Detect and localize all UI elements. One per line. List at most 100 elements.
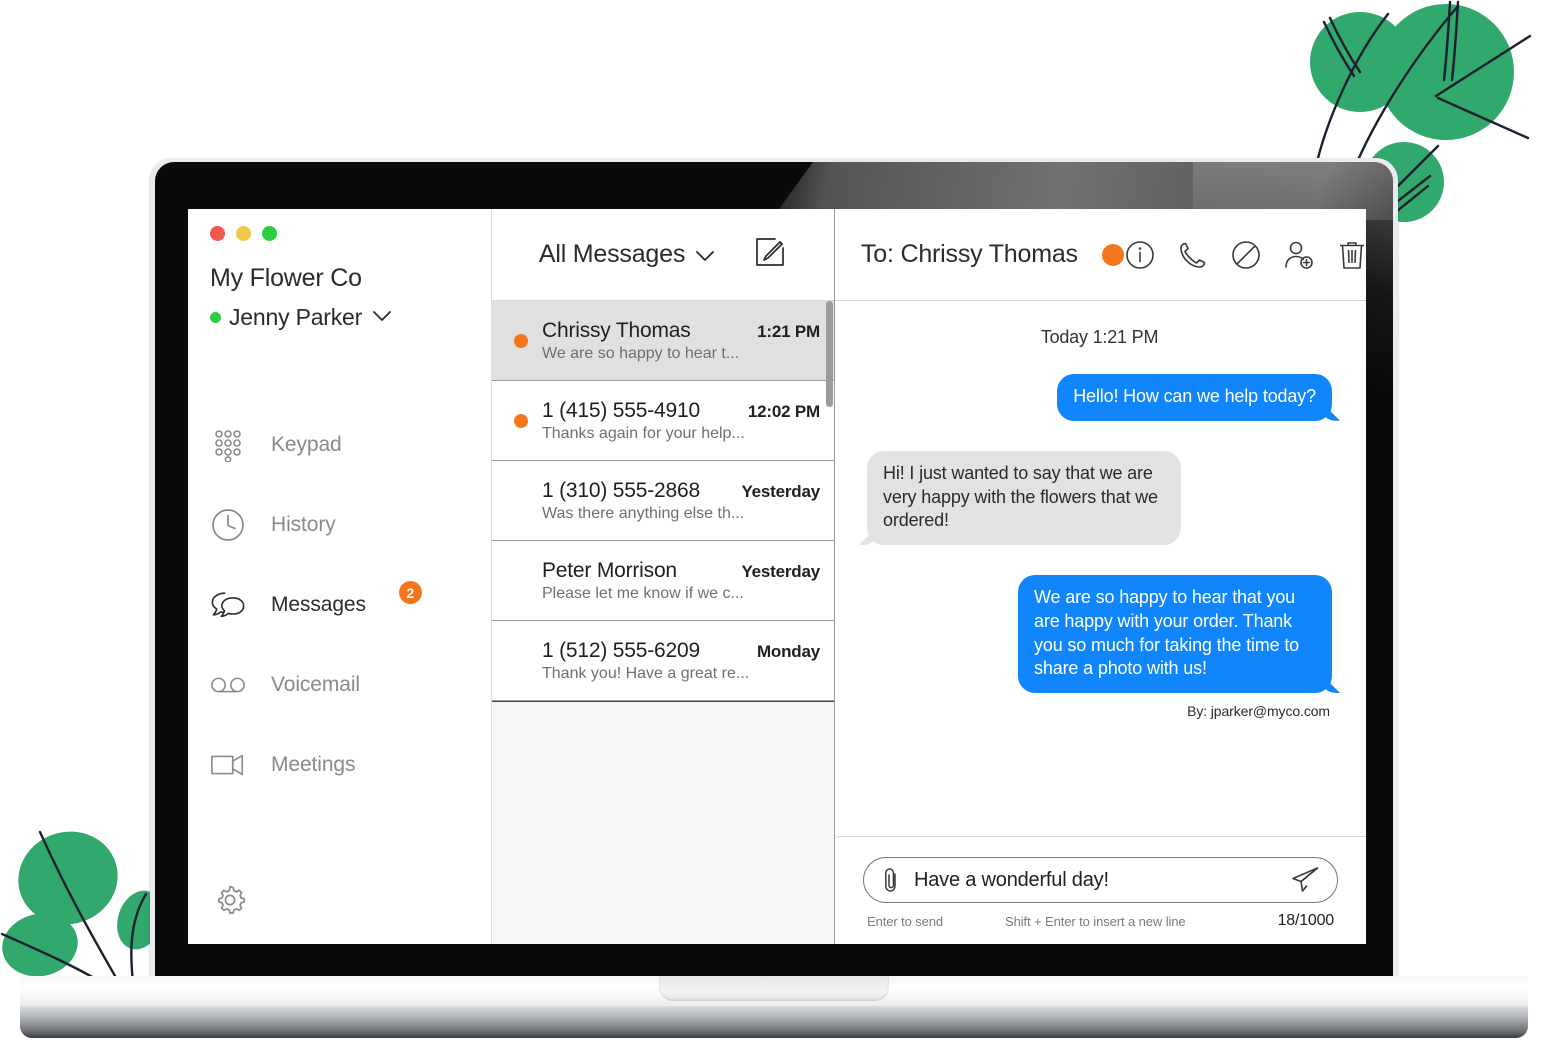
app-window: My Flower Co Jenny Parker Keypad History… [188,209,1366,944]
sidebar-item-label: Keypad [271,433,342,456]
laptop-base [20,976,1528,1038]
laptop-bezel: My Flower Co Jenny Parker Keypad History… [155,162,1393,984]
thread-content: 1 (512) 555-6209 Monday Thank you! Have … [542,639,820,683]
conversation-panel: To: Chrissy Thomas Today 1:21 PM Hello! … [835,209,1366,944]
sidebar-item-keypad[interactable]: Keypad [188,405,491,485]
message-row: Hello! How can we help today? [867,374,1332,421]
voicemail-icon [210,667,246,703]
thread-list[interactable]: Chrissy Thomas 1:21 PM We are so happy t… [492,301,834,701]
composer-input-wrapper[interactable]: Have a wonderful day! [863,857,1338,903]
paperclip-icon[interactable] [880,867,902,893]
composer-footer: Enter to send Shift + Enter to insert a … [863,912,1338,930]
thread-list-item[interactable]: 1 (512) 555-6209 Monday Thank you! Have … [492,621,834,701]
sidebar-item-label: Meetings [271,753,356,776]
settings-button[interactable] [210,882,250,922]
composer-input[interactable]: Have a wonderful day! [914,869,1277,892]
thread-name: 1 (415) 555-4910 [542,398,700,422]
thread-content: Peter Morrison Yesterday Please let me k… [542,559,820,603]
thread-name: Peter Morrison [542,558,677,582]
sidebar-item-label: Messages [271,593,366,616]
unread-dot-placeholder [514,654,528,668]
sidebar-item-voicemail[interactable]: Voicemail [188,645,491,725]
thread-snippet: Please let me know if we c... [542,584,744,602]
unread-dot-icon [514,333,528,348]
compose-button[interactable] [753,238,787,272]
thread-time: Yesterday [741,481,820,501]
send-paper-plane-icon[interactable] [1289,864,1321,896]
info-icon[interactable] [1124,239,1156,271]
sidebar-item-meetings[interactable]: Meetings [188,725,491,805]
user-switcher[interactable]: Jenny Parker [188,293,491,331]
laptop-device: My Flower Co Jenny Parker Keypad History… [20,158,1528,1038]
laptop-base-bottom [20,1006,1528,1038]
character-counter: 18/1000 [1277,912,1335,929]
message-thread: Today 1:21 PM Hello! How can we help tod… [835,301,1366,836]
chat-icon [210,587,246,623]
presence-dot-icon [210,312,221,323]
window-traffic-lights[interactable] [188,209,491,241]
thread-header: 1 (512) 555-6209 Monday [542,639,820,663]
thread-snippet: Was there anything else th... [542,504,745,522]
phone-icon[interactable] [1177,239,1209,271]
thread-header: Chrissy Thomas 1:21 PM [542,319,820,343]
thread-header: Peter Morrison Yesterday [542,559,820,583]
sidebar-item-label: Voicemail [271,673,360,696]
close-window-button[interactable] [210,226,225,241]
thread-header: 1 (415) 555-4910 12:02 PM [542,399,820,423]
thread-snippet: Thanks again for your help... [542,424,745,442]
user-name: Jenny Parker [229,304,363,330]
unread-dot-placeholder [514,574,528,588]
org-name: My Flower Co [210,264,362,292]
message-row: Hi! I just wanted to say that we are ver… [867,450,1332,545]
thread-content: Chrissy Thomas 1:21 PM We are so happy t… [542,319,820,363]
composer-hint-primary: Enter to send [867,913,944,929]
thread-content: 1 (415) 555-4910 12:02 PM Thanks again f… [542,399,820,443]
keypad-icon [210,427,246,463]
message-list-header: All Messages [492,209,834,301]
block-icon[interactable] [1230,239,1262,271]
message-bubble-outgoing: Hello! How can we help today? [1057,374,1332,421]
thread-list-item[interactable]: Chrissy Thomas 1:21 PM We are so happy t… [492,301,834,381]
filter-dropdown[interactable]: All Messages [539,240,715,269]
clock-icon [210,507,246,543]
thread-time: Yesterday [741,561,820,581]
thread-list-item[interactable]: 1 (415) 555-4910 12:02 PM Thanks again f… [492,381,834,461]
thread-list-scrollbar[interactable] [826,301,833,407]
laptop-lid: My Flower Co Jenny Parker Keypad History… [150,158,1398,988]
compose-pencil-icon [754,236,786,273]
add-person-icon[interactable] [1283,239,1315,271]
sidebar-item-history[interactable]: History [188,485,491,565]
conversation-actions [1124,239,1366,271]
thread-content: 1 (310) 555-2868 Yesterday Was there any… [542,479,820,523]
thread-time: 12:02 PM [747,401,820,421]
minimize-window-button[interactable] [236,226,251,241]
gear-icon [213,883,247,922]
thread-name: Chrissy Thomas [542,318,691,342]
thread-snippet: We are so happy to hear t... [542,344,740,362]
zoom-window-button[interactable] [262,226,277,241]
thread-list-item[interactable]: 1 (310) 555-2868 Yesterday Was there any… [492,461,834,541]
trash-icon[interactable] [1336,239,1366,271]
message-bubble-outgoing: We are so happy to hear that you are hap… [1018,575,1332,693]
message-list-panel: All Messages Chrissy Thomas 1:21 PM We a… [492,209,835,944]
unread-dot-placeholder [514,494,528,508]
sidebar-item-label: History [271,513,336,536]
sidebar-item-messages[interactable]: Messages 2 [188,565,491,645]
message-row: We are so happy to hear that you are hap… [867,575,1332,693]
thread-list-empty-area [492,701,834,944]
message-signature: By: jparker@myco.com [1187,703,1330,719]
video-icon [210,747,246,783]
conversation-header: To: Chrissy Thomas [835,209,1366,301]
sidebar: My Flower Co Jenny Parker Keypad History… [188,209,492,944]
composer-hint-secondary: Shift + Enter to insert a new line [1005,913,1186,929]
thread-name: 1 (512) 555-6209 [542,638,700,662]
chevron-down-icon [695,240,715,269]
laptop-base-notch [659,976,889,1001]
thread-time: 1:21 PM [757,321,820,341]
unread-dot-icon [514,413,528,428]
sidebar-nav: Keypad History Messages 2 Voicemail Meet… [188,405,491,805]
thread-header: 1 (310) 555-2868 Yesterday [542,479,820,503]
conversation-status-dot-icon [1101,243,1124,266]
thread-list-item[interactable]: Peter Morrison Yesterday Please let me k… [492,541,834,621]
status-badge: 2 [398,581,422,604]
